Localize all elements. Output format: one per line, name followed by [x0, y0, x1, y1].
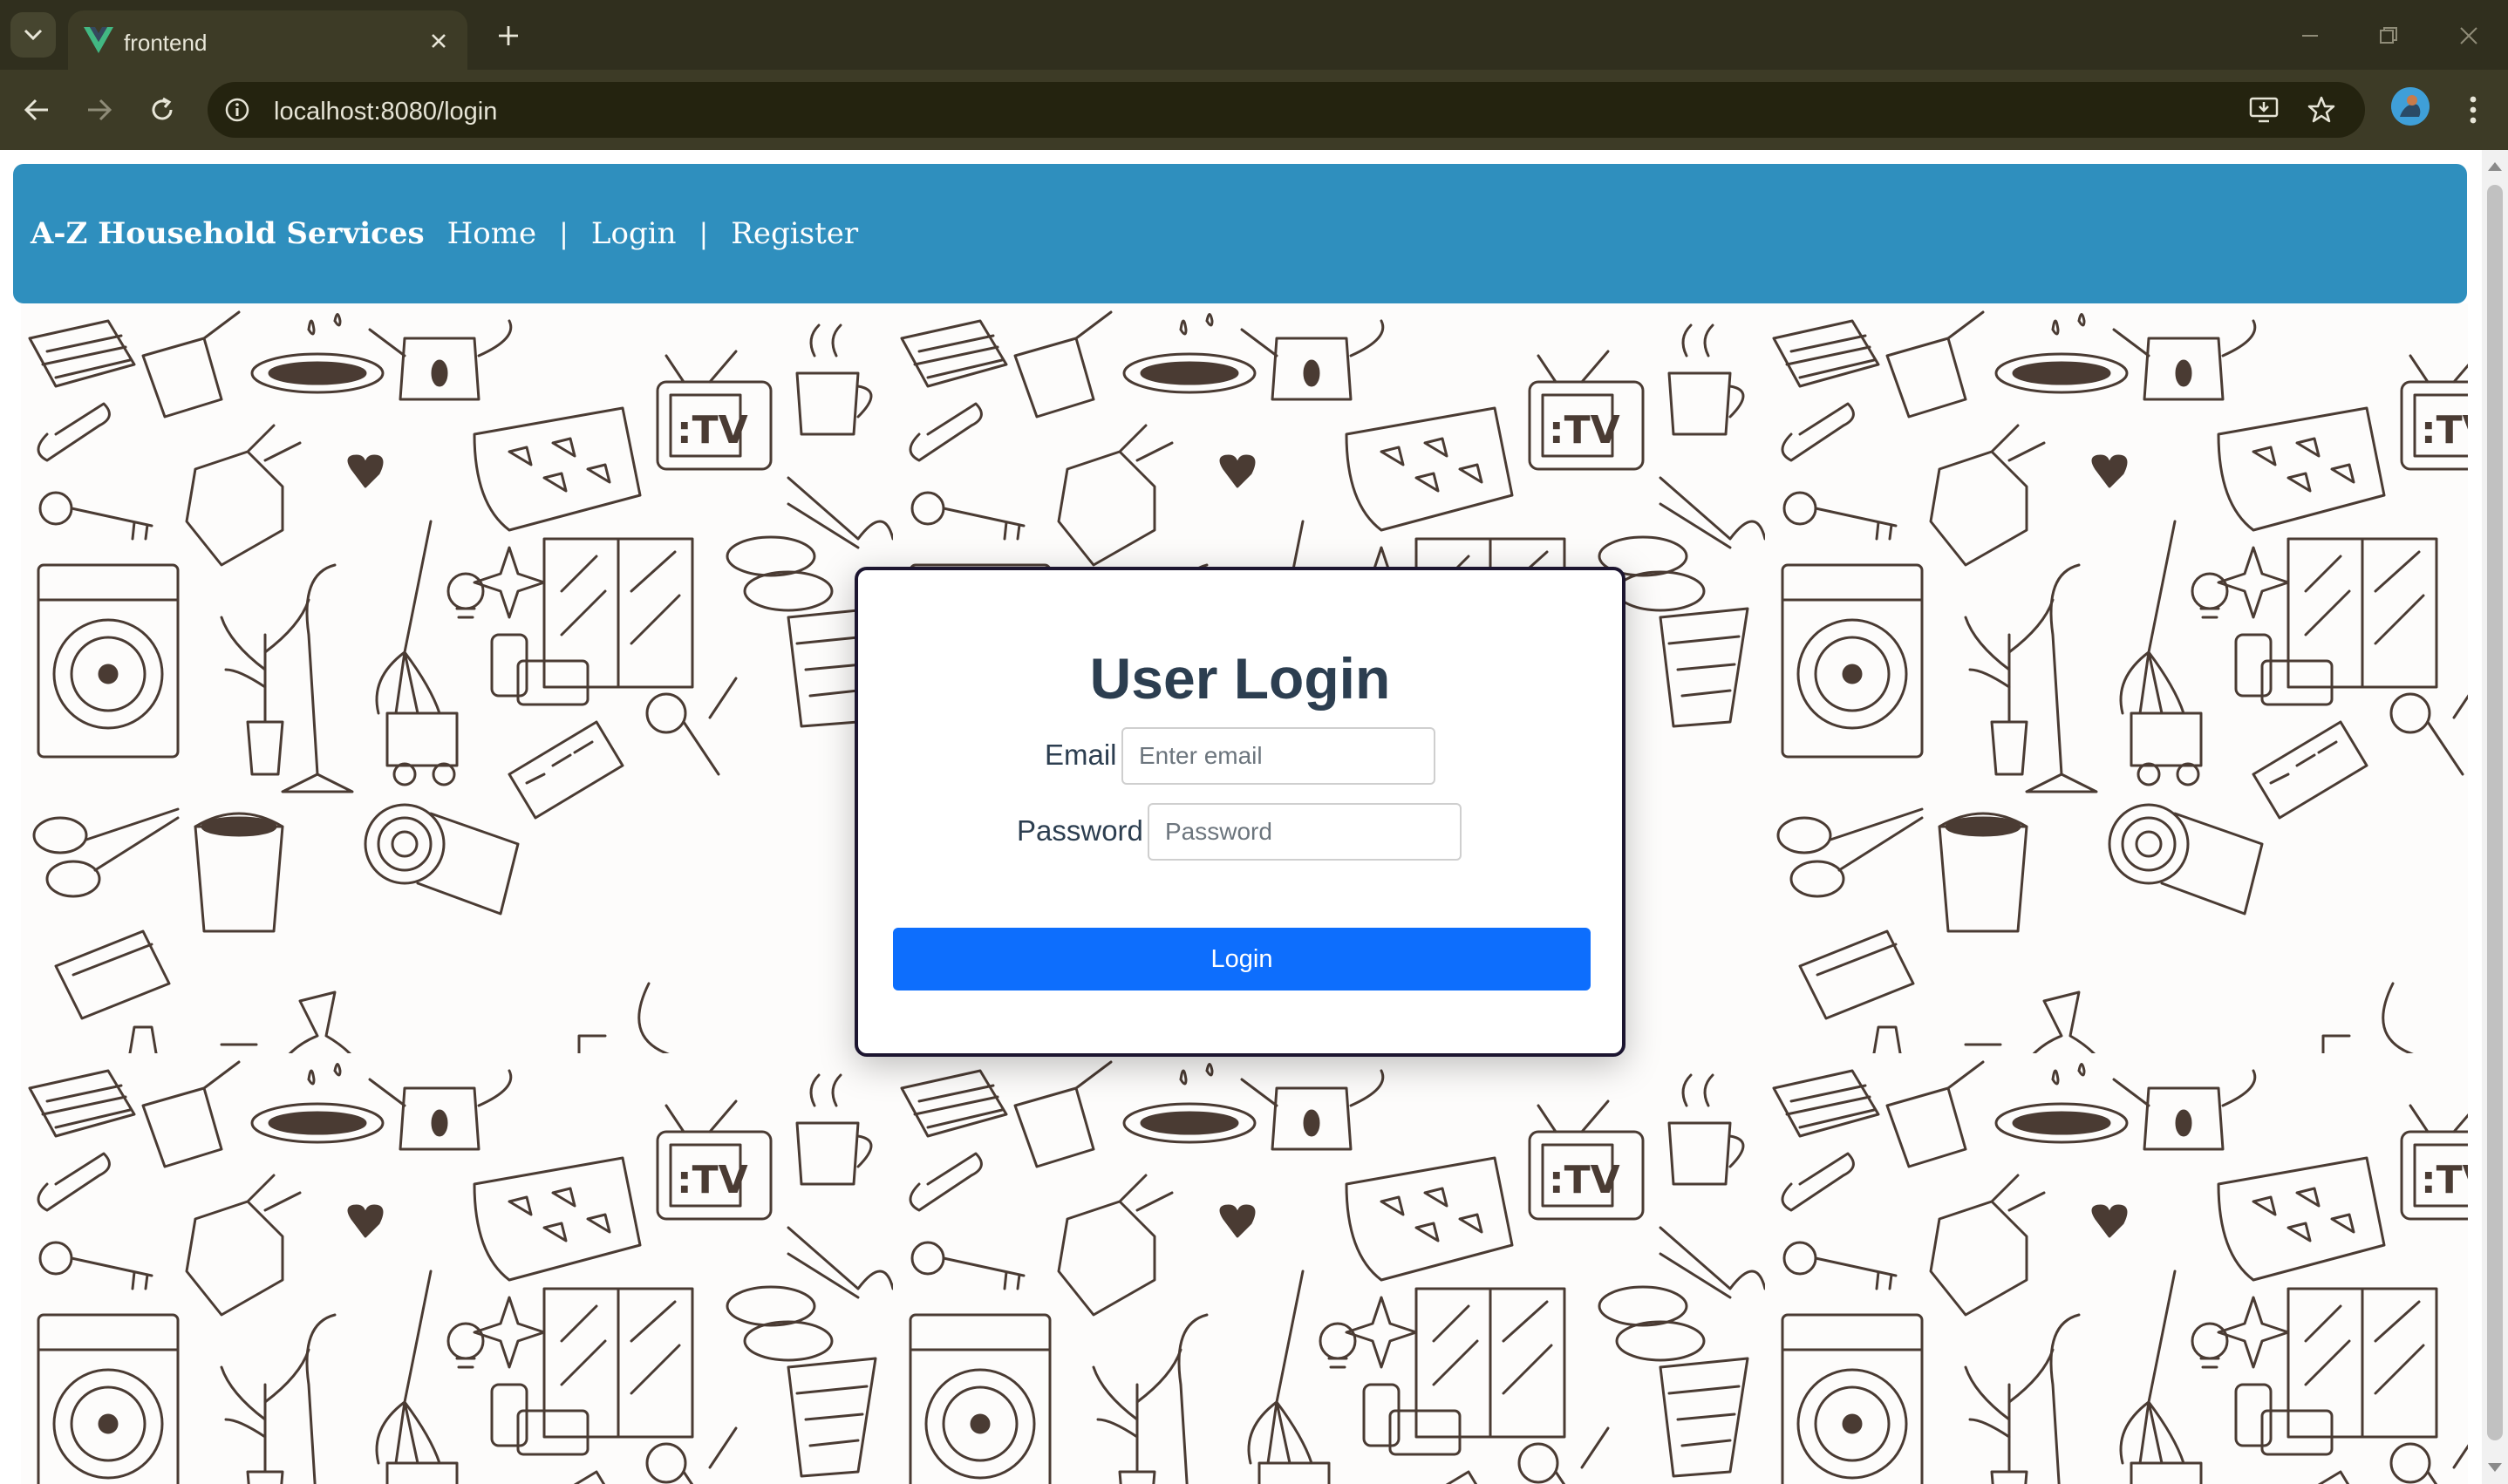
top-navbar: A-Z Household Services Home | Login | Re… [13, 164, 2467, 303]
login-submit-button[interactable]: Login [893, 928, 1591, 990]
minimize-button[interactable] [2290, 16, 2330, 56]
tab-close-button[interactable] [424, 26, 453, 56]
plus-icon [499, 26, 518, 45]
nav-separator: | [559, 217, 569, 250]
page-viewport: :TV [0, 150, 2508, 1484]
vue-logo-icon [84, 27, 113, 53]
star-icon [2307, 96, 2335, 123]
email-label: Email [1045, 739, 1117, 771]
nav-link-login[interactable]: Login [591, 216, 677, 251]
tab-title: frontend [124, 30, 208, 56]
url-text[interactable]: localhost:8080/login [274, 98, 497, 126]
install-app-button[interactable] [2246, 92, 2281, 127]
window-close-button[interactable] [2449, 16, 2489, 56]
browser-tab-strip: frontend [0, 0, 2508, 71]
email-input[interactable] [1121, 727, 1435, 785]
reload-button[interactable] [141, 89, 183, 131]
info-icon [225, 98, 249, 122]
nav-separator: | [699, 217, 709, 250]
avatar-icon [2391, 87, 2430, 126]
kebab-menu-icon [2470, 96, 2477, 124]
tab-search-button[interactable] [10, 12, 56, 58]
scroll-thumb[interactable] [2487, 185, 2503, 1440]
chevron-down-icon [24, 29, 43, 41]
password-label: Password [1017, 814, 1143, 847]
arrow-right-icon [88, 99, 112, 121]
browser-toolbar: localhost:8080/login [0, 70, 2508, 150]
restore-icon [2380, 27, 2397, 44]
nav-link-home[interactable]: Home [447, 216, 536, 251]
browser-menu-button[interactable] [2456, 89, 2491, 131]
restore-button[interactable] [2368, 16, 2409, 56]
reload-icon [152, 97, 173, 120]
password-input[interactable] [1148, 803, 1462, 861]
page-scrollbar[interactable] [2482, 150, 2508, 1484]
new-tab-button[interactable] [490, 17, 527, 54]
scroll-up-icon[interactable] [2488, 162, 2502, 171]
minimize-icon [2302, 35, 2318, 37]
back-button[interactable] [16, 89, 58, 131]
profile-avatar[interactable] [2391, 87, 2430, 126]
close-icon [2460, 27, 2477, 44]
site-info-button[interactable] [220, 92, 255, 127]
login-card: User Login Email Password Login [855, 567, 1625, 1057]
nav-link-register[interactable]: Register [731, 216, 858, 251]
login-title: User Login [1089, 646, 1391, 711]
close-icon [432, 34, 446, 48]
bookmark-button[interactable] [2304, 92, 2339, 127]
install-app-icon [2249, 97, 2279, 123]
scroll-down-icon[interactable] [2488, 1463, 2502, 1472]
address-bar[interactable]: localhost:8080/login [208, 82, 2365, 138]
brand-title[interactable]: A-Z Household Services [31, 216, 425, 251]
arrow-left-icon [24, 99, 48, 121]
browser-tab[interactable]: frontend [68, 10, 467, 71]
forward-button[interactable] [78, 89, 120, 131]
